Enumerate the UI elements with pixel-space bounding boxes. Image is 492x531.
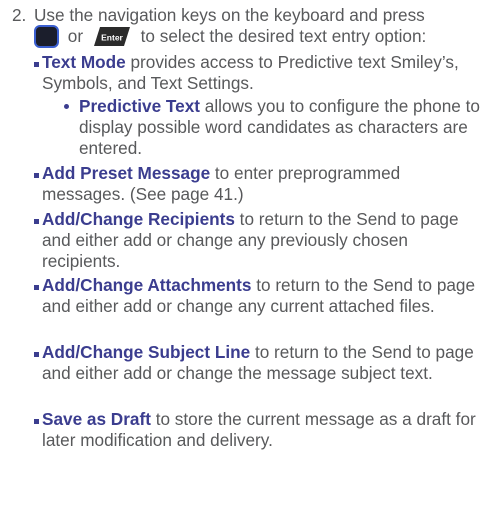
- manual-page: 2. Use the navigation keys on the keyboa…: [0, 0, 492, 531]
- enter-key-icon: Enter: [93, 26, 131, 47]
- square-bullet-icon: [34, 352, 39, 357]
- option-title: Save as Draft: [42, 409, 151, 429]
- enter-key-label: Enter: [101, 33, 123, 43]
- option-add-preset-message: Add Preset Message to enter preprogramme…: [34, 163, 484, 205]
- nav-center-key-icon: [34, 25, 59, 48]
- option-title: Add Preset Message: [42, 163, 211, 183]
- option-text-mode: Text Mode provides access to Predictive …: [34, 52, 484, 94]
- option-title: Add/Change Recipients: [42, 209, 235, 229]
- square-bullet-icon: [34, 285, 39, 290]
- square-bullet-icon: [34, 173, 39, 178]
- step-or-word: or: [67, 26, 84, 47]
- step-2: 2. Use the navigation keys on the keyboa…: [12, 5, 488, 49]
- step-text-before: Use the navigation keys on the keyboard …: [34, 5, 425, 25]
- option-title: Add/Change Attachments: [42, 275, 252, 295]
- option-add-change-recipients: Add/Change Recipients to return to the S…: [34, 209, 484, 272]
- option-add-change-attachments: Add/Change Attachments to return to the …: [34, 275, 484, 317]
- square-bullet-icon: [34, 419, 39, 424]
- square-bullet-icon: [34, 219, 39, 224]
- round-bullet-icon: [64, 104, 69, 109]
- option-save-as-draft: Save as Draft to store the current messa…: [34, 409, 484, 451]
- suboption-predictive-text: Predictive Text allows you to configure …: [64, 96, 484, 159]
- option-title: Add/Change Subject Line: [42, 342, 251, 362]
- option-add-change-subject-line: Add/Change Subject Line to return to the…: [34, 342, 484, 384]
- suboption-title: Predictive Text: [79, 96, 200, 116]
- option-title: Text Mode: [42, 52, 126, 72]
- square-bullet-icon: [34, 62, 39, 67]
- step-number: 2.: [12, 5, 27, 25]
- step-text-after: to select the desired text entry option:: [140, 26, 427, 47]
